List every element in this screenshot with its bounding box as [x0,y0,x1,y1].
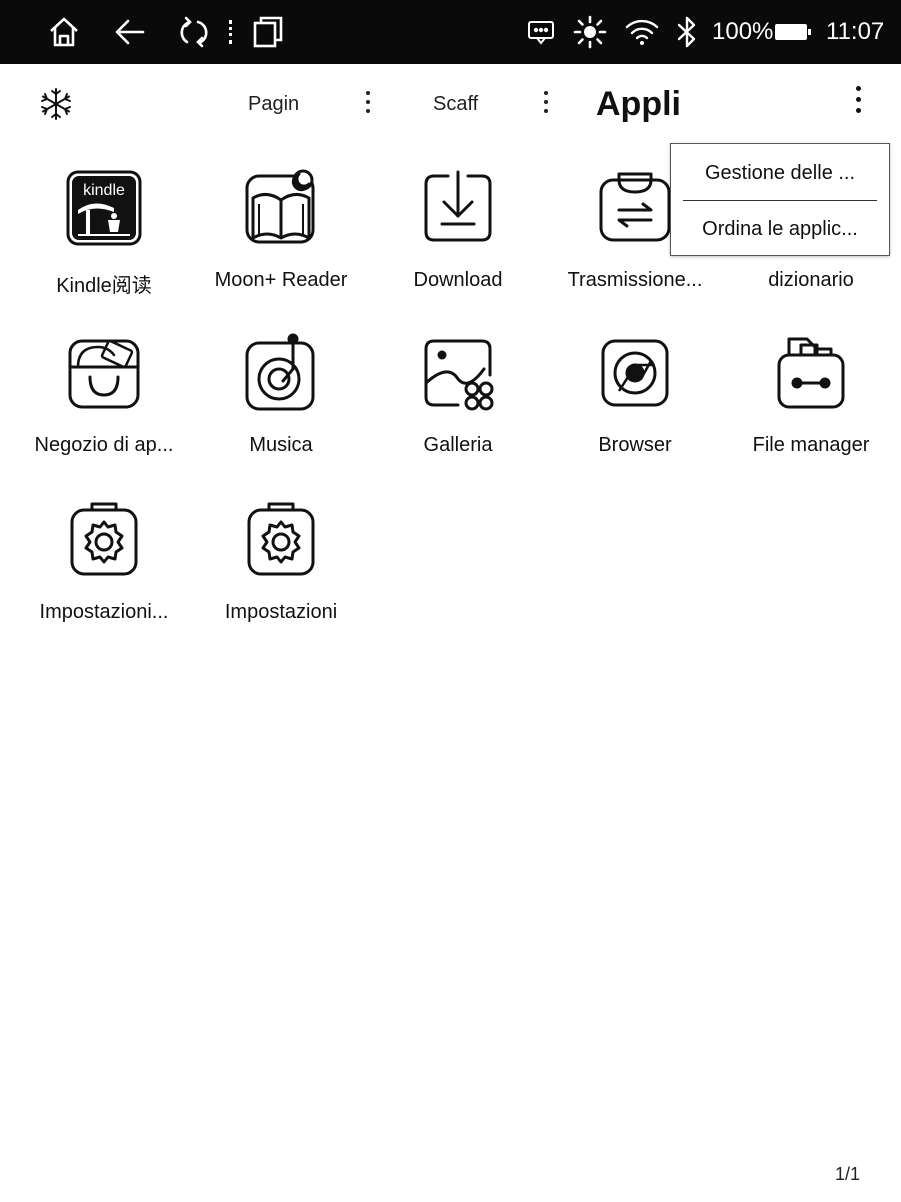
app-label: Trasmissione... [567,269,703,291]
back-icon[interactable] [106,0,154,64]
tab-pagin-more-icon[interactable] [358,86,378,122]
wifi-icon [620,0,664,64]
app-galleria[interactable]: Galleria [370,333,546,493]
kindle-logo-text: kindle [83,182,125,199]
tab-pagin[interactable]: Pagin [248,64,299,144]
app-moon-reader[interactable]: Moon+ Reader [193,168,369,328]
bluetooth-icon [672,0,702,64]
status-bar: 100% 11:07 [0,0,901,64]
browser-icon [595,333,675,413]
transfer-icon [595,168,675,248]
home-icon[interactable] [40,0,88,64]
app-download[interactable]: Download [370,168,546,328]
app-store-icon [64,333,144,413]
tab-scaff[interactable]: Scaff [433,64,478,144]
battery-icon [772,0,814,64]
app-label: Download [413,269,503,291]
file-manager-icon [771,333,851,413]
download-icon [418,168,498,248]
app-label: Galleria [423,434,493,456]
app-label: Browser [598,434,672,456]
tab-bar: Pagin Scaff Appli [0,64,901,144]
menu-item-gestione[interactable]: Gestione delle ... [671,146,889,200]
app-label: Negozio di ap... [34,434,174,456]
app-label: Moon+ Reader [214,269,348,291]
refresh-icon[interactable] [170,0,218,64]
app-browser[interactable]: Browser [547,333,723,493]
app-impostazioni-2[interactable]: Impostazioni [193,500,369,660]
kindle-icon: kindle [64,168,144,248]
settings-icon [241,500,321,580]
app-label: dizionario [768,269,854,291]
message-icon [524,0,558,64]
clock: 11:07 [826,18,885,45]
tab-appli[interactable]: Appli [596,64,681,144]
menu-item-ordina[interactable]: Ordina le applic... [671,202,889,256]
music-icon [241,333,321,413]
overflow-menu: Gestione delle ... Ordina le applic... [670,143,890,256]
battery-percent: 100% [712,18,774,45]
app-negozio[interactable]: Negozio di ap... [16,333,192,493]
app-label: File manager [752,434,870,456]
gallery-icon [418,333,498,413]
snowflake-icon[interactable] [38,86,74,122]
app-musica[interactable]: Musica [193,333,369,493]
separator [229,20,235,44]
recent-apps-icon[interactable] [246,0,290,64]
brightness-icon [570,0,610,64]
menu-divider [683,200,877,201]
app-label: Impostazioni [224,601,338,623]
overflow-menu-icon[interactable] [848,84,868,124]
tab-scaff-more-icon[interactable] [536,86,556,122]
app-label: Kindle阅读 [56,275,152,297]
app-label: Musica [249,434,313,456]
app-kindle[interactable]: kindle Kindle阅读 [16,168,192,328]
page-indicator: 1/1 [835,1164,861,1184]
app-file-manager[interactable]: File manager [723,333,899,493]
app-label: Impostazioni... [39,601,169,623]
moon-reader-icon [241,168,321,248]
settings-icon [64,500,144,580]
app-impostazioni-1[interactable]: Impostazioni... [16,500,192,660]
